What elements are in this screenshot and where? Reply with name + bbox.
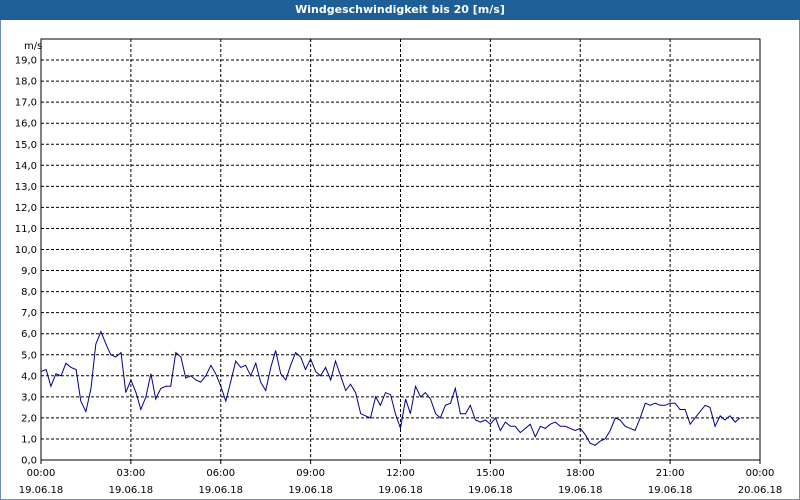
x-tick-date: 19.06.18 — [198, 485, 243, 496]
x-tick-date: 19.06.18 — [19, 485, 64, 496]
x-tick-time: 03:00 — [116, 468, 145, 479]
x-tick-time: 12:00 — [386, 468, 415, 479]
x-tick-date: 19.06.18 — [558, 485, 603, 496]
y-tick-label: 18,0 — [15, 77, 37, 88]
x-tick-date: 19.06.18 — [109, 485, 154, 496]
x-tick-date: 20.06.18 — [738, 485, 783, 496]
x-tick-time: 15:00 — [476, 468, 505, 479]
y-tick-label: 4,0 — [21, 371, 37, 382]
x-tick-date: 19.06.18 — [288, 485, 333, 496]
y-tick-label: 1,0 — [21, 434, 37, 445]
y-tick-label: 6,0 — [21, 329, 37, 340]
chart-area: 0,0 1,0 2,0 3,0 4,0 5,0 6,0 7,0 8,0 9,0 10,0 11,0 12… — [15, 38, 783, 496]
y-tick-label: 5,0 — [21, 350, 37, 361]
x-tick-date: 19.06.18 — [648, 485, 693, 496]
y-tick-label: 15,0 — [15, 140, 37, 151]
y-tick-label: 12,0 — [15, 203, 37, 214]
x-tick-time: 21:00 — [656, 468, 685, 479]
y-tick-label: 19,0 — [15, 56, 37, 67]
y-tick-label: 14,0 — [15, 161, 37, 172]
x-tick-time: 06:00 — [206, 468, 235, 479]
x-tick-date: 19.06.18 — [378, 485, 423, 496]
y-tick-label: 11,0 — [15, 224, 37, 235]
y-tick-label: 17,0 — [15, 98, 37, 109]
y-axis-label: m/s — [24, 41, 42, 52]
x-tick-time: 18:00 — [566, 468, 595, 479]
y-tick-label: 3,0 — [21, 392, 37, 403]
y-tick-label: 7,0 — [21, 308, 37, 319]
x-tick-time: 09:00 — [296, 468, 325, 479]
y-tick-label: 2,0 — [21, 413, 37, 424]
y-tick-label: 16,0 — [15, 119, 37, 130]
series-line — [40, 330, 741, 446]
y-tick-label: 10,0 — [15, 245, 37, 256]
x-tick-time: 00:00 — [27, 468, 56, 479]
y-tick-label: 0,0 — [21, 456, 37, 467]
y-tick-label: 13,0 — [15, 182, 37, 193]
y-tick-label: 9,0 — [21, 266, 37, 277]
x-tick-date: 19.06.18 — [468, 485, 513, 496]
x-tick-time: 00:00 — [746, 468, 775, 479]
y-tick-label: 8,0 — [21, 287, 37, 298]
